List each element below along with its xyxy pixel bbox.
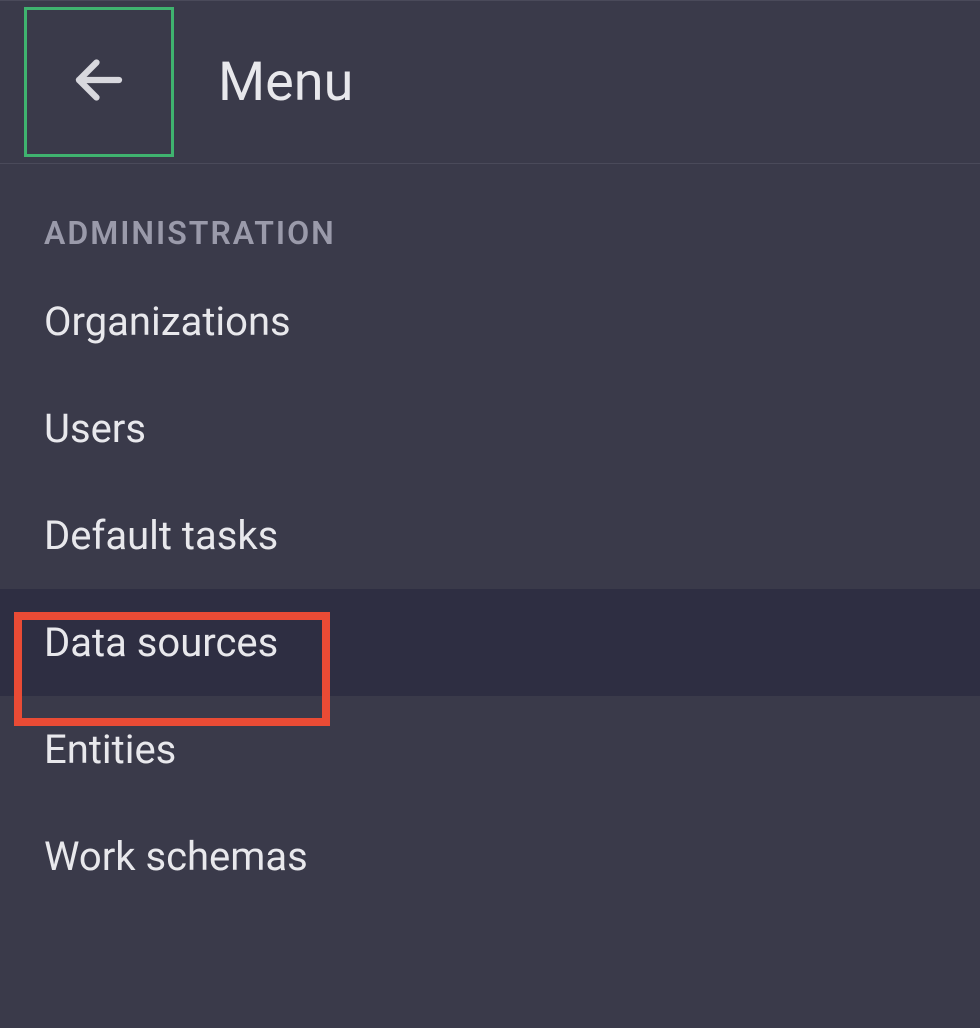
menu-item-label: Work schemas [44,833,308,880]
menu-item-label: Entities [44,726,176,773]
menu-item-entities[interactable]: Entities [0,696,980,803]
menu-item-label: Organizations [44,298,291,345]
menu-item-label: Default tasks [44,512,278,559]
menu-item-organizations[interactable]: Organizations [0,268,980,375]
menu-item-users[interactable]: Users [0,375,980,482]
menu-title: Menu [218,51,353,114]
menu-item-work-schemas[interactable]: Work schemas [0,803,980,910]
back-button[interactable] [24,7,174,157]
menu-item-label: Users [44,405,146,452]
menu-item-data-sources[interactable]: Data sources [0,589,980,696]
section-header-administration: ADMINISTRATION [0,164,980,268]
menu-item-default-tasks[interactable]: Default tasks [0,482,980,589]
menu-item-label: Data sources [44,619,278,666]
arrow-left-icon [69,50,129,114]
menu-list: Organizations Users Default tasks Data s… [0,268,980,910]
menu-header: Menu [0,0,980,164]
